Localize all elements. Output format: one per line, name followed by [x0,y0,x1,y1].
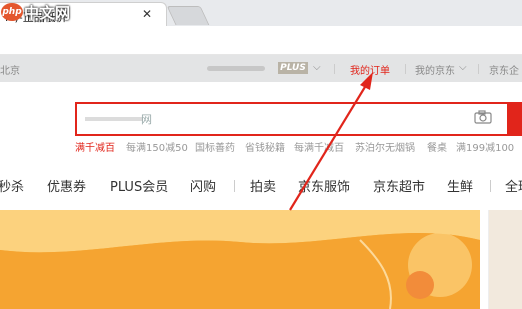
promo-banner[interactable] [0,210,480,309]
chevron-down-icon[interactable]: ⌵ [313,62,321,73]
hot-word[interactable]: 餐桌 [427,139,447,154]
address-bar[interactable] [0,26,522,55]
search-input[interactable]: 网 [75,102,509,136]
divider [478,64,479,74]
nav-item[interactable]: PLUS会员 [110,176,168,195]
user-name-blurred[interactable] [207,66,265,71]
nav-item[interactable]: 生鲜 [447,176,473,195]
location-label[interactable]: 北京 [0,62,20,77]
hot-word[interactable]: 每满150减50 [126,139,188,154]
search-value: 网 [141,113,152,126]
camera-icon[interactable] [474,110,492,124]
nav-item[interactable]: 闪购 [190,176,216,195]
divider [334,64,335,74]
divider [405,64,406,74]
hot-word[interactable]: 满千减百 [75,139,115,154]
php-badge: php [1,3,23,21]
watermark-logo: php 中文网 [0,0,86,22]
main-nav: 秒杀 优惠券 PLUS会员 闪购 拍卖 京东服饰 京东超市 生鲜 全球 [0,171,522,199]
my-orders-link[interactable]: 我的订单 [350,62,390,77]
hot-word[interactable]: 每满千减百 [294,139,344,154]
nav-item[interactable]: 全球 [505,176,522,195]
hot-word[interactable]: 国标善药 [195,139,235,154]
jd-enterprise-link[interactable]: 京东企 [489,62,519,77]
nav-item[interactable]: 京东超市 [373,176,425,195]
side-panel [488,210,522,309]
tab-close-icon[interactable]: ✕ [142,7,152,21]
nav-item[interactable]: 秒杀 [0,176,24,195]
banner-graphic [0,210,480,309]
chevron-down-icon[interactable]: ⌵ [459,62,467,73]
hot-word[interactable]: 满199减100 [456,139,514,154]
search-value-blurred [85,117,143,121]
hot-word[interactable]: 苏泊尔无烟锅 [355,139,415,154]
hot-words: 满千减百 每满150减50 国标善药 省钱秘籍 每满千减百 苏泊尔无烟锅 餐桌 … [75,139,522,154]
watermark-text: 中文网 [24,4,71,22]
plus-badge[interactable]: PLUS [278,62,308,74]
my-jd-link[interactable]: 我的京东 [415,62,455,77]
top-nav: 北京 PLUS ⌵ 我的订单 我的京东 ⌵ 京东企 [0,55,522,82]
nav-item[interactable]: 拍卖 [250,176,276,195]
search-button[interactable] [507,102,522,136]
hot-word[interactable]: 省钱秘籍 [245,139,285,154]
nav-item[interactable]: 京东服饰 [298,176,350,195]
divider [490,180,491,192]
nav-item[interactable]: 优惠券 [47,176,86,195]
divider [234,180,235,192]
